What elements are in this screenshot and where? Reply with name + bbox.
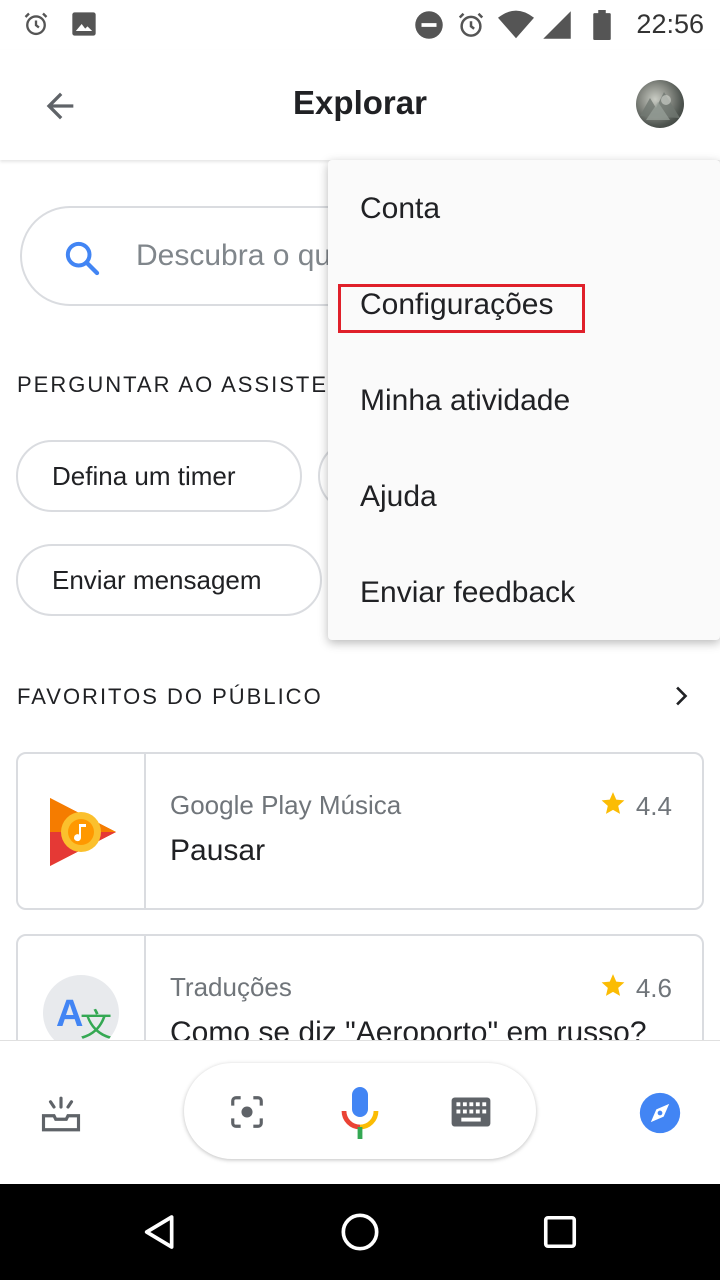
- signal-icon: [542, 10, 572, 45]
- ask-assistant-section-title: PERGUNTAR AO ASSISTE: [17, 372, 328, 397]
- favorite-card[interactable]: Google Play Música Pausar 4.4: [16, 752, 704, 910]
- alarm-icon: [456, 10, 486, 45]
- status-time: 22:56: [636, 9, 704, 39]
- chevron-right-icon[interactable]: [668, 682, 696, 715]
- chip-send-message[interactable]: Enviar mensagem: [16, 544, 322, 616]
- card-divider: [144, 754, 146, 908]
- home-circle-icon[interactable]: [340, 1212, 380, 1257]
- do-not-disturb-icon: [414, 10, 444, 45]
- chip-set-timer[interactable]: Defina um timer: [16, 440, 302, 512]
- menu-item-minha-atividade[interactable]: Minha atividade: [360, 384, 570, 418]
- status-bar: 22:56: [0, 0, 720, 50]
- svg-text:文: 文: [80, 1006, 112, 1044]
- page-title: Explorar: [293, 84, 427, 121]
- card-command: Pausar: [170, 834, 266, 867]
- star-icon: [600, 790, 626, 823]
- wifi-icon: [498, 10, 534, 45]
- rating-value: 4.6: [635, 973, 672, 1003]
- recents-square-icon[interactable]: [542, 1214, 578, 1255]
- snapshot-icon[interactable]: [40, 1093, 82, 1140]
- card-rating: 4.6: [600, 972, 672, 1005]
- alarm-icon: [22, 10, 50, 43]
- rating-value: 4.4: [635, 791, 672, 821]
- favorites-section-title: FAVORITOS DO PÚBLICO: [17, 684, 323, 709]
- system-nav-bar: [0, 1184, 720, 1280]
- lens-icon[interactable]: [228, 1093, 266, 1136]
- keyboard-icon[interactable]: [450, 1093, 492, 1136]
- card-app-name: Google Play Música: [170, 790, 402, 820]
- app-bar: Explorar: [0, 50, 720, 160]
- overflow-menu: Conta Configurações Minha atividade Ajud…: [328, 160, 720, 640]
- card-rating: 4.4: [600, 790, 672, 823]
- menu-item-conta[interactable]: Conta: [360, 192, 440, 226]
- image-icon: [70, 10, 98, 43]
- menu-item-ajuda[interactable]: Ajuda: [360, 480, 437, 514]
- search-icon: [62, 238, 102, 283]
- menu-item-enviar-feedback[interactable]: Enviar feedback: [360, 576, 575, 610]
- assistant-input-pill: [184, 1063, 536, 1159]
- explore-compass-icon[interactable]: [638, 1091, 682, 1140]
- highlight-box: [338, 284, 585, 333]
- star-icon: [600, 972, 626, 1005]
- bottom-panel: [0, 1040, 720, 1184]
- google-play-music-icon: [48, 796, 118, 873]
- battery-icon: [592, 10, 612, 45]
- search-placeholder: Descubra o que: [136, 239, 348, 272]
- card-app-name: Traduções: [170, 972, 292, 1002]
- mic-icon[interactable]: [340, 1085, 380, 1146]
- avatar[interactable]: [636, 80, 684, 128]
- back-triangle-icon[interactable]: [140, 1212, 180, 1257]
